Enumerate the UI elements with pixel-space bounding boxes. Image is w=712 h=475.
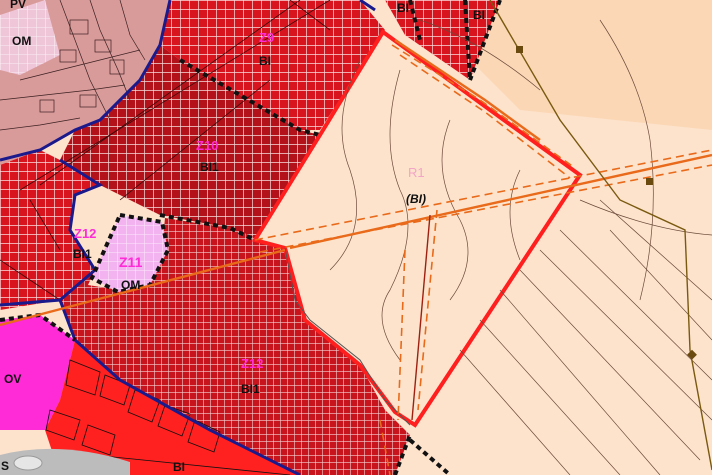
label-r1-sub: (BI) [406, 192, 426, 206]
label-z9-sub: BI [259, 54, 271, 68]
map-svg: PV OM BI BI Z9 BI Z10 BI1 R1 (BI) Z12 BI… [0, 0, 712, 475]
label-pv: PV [10, 0, 26, 11]
label-z11-sub: OM [121, 278, 140, 292]
label-z9: Z9 [259, 30, 274, 45]
map-canvas[interactable]: PV OM BI BI Z9 BI Z10 BI1 R1 (BI) Z12 BI… [0, 0, 712, 475]
label-s-edge: S [1, 459, 9, 473]
label-z10-sub: BI1 [200, 160, 219, 174]
label-z12-left-sub: BI1 [73, 247, 92, 261]
label-ov: OV [4, 372, 21, 386]
label-r1: R1 [408, 165, 425, 180]
label-z10: Z10 [196, 138, 218, 153]
label-z12-left: Z12 [74, 226, 96, 241]
label-bi-bottom: BI [173, 460, 185, 474]
label-z12-main: Z12 [241, 356, 263, 371]
label-bi-top1: BI [397, 1, 409, 15]
label-z12-main-sub: BI1 [241, 382, 260, 396]
label-bi-top2: BI [473, 8, 485, 22]
label-z11: Z11 [119, 254, 143, 270]
label-om-top: OM [12, 34, 31, 48]
